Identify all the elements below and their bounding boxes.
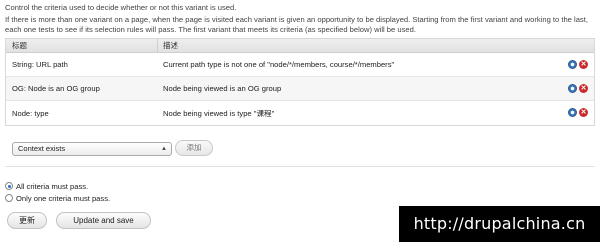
- site-watermark: http://drupalchina.cn: [399, 206, 600, 242]
- criteria-help-text: Control the criteria used to decide whet…: [5, 3, 595, 35]
- radio-all-criteria-label: All criteria must pass.: [16, 181, 89, 191]
- gear-icon[interactable]: [568, 84, 577, 93]
- help-line-1: Control the criteria used to decide whet…: [5, 3, 237, 12]
- row-actions: ✕: [568, 84, 588, 93]
- divider: [5, 166, 595, 167]
- update-and-save-button[interactable]: Update and save: [56, 212, 151, 229]
- radio-one-criteria-label: Only one criteria must pass.: [16, 193, 111, 203]
- table-row: Node: type Node being viewed is type "课程…: [6, 101, 594, 125]
- criteria-radio-group: All criteria must pass. Only one criteri…: [5, 180, 110, 204]
- rule-type-select[interactable]: Context exists ▲: [12, 142, 172, 156]
- column-header-title: 标题: [6, 39, 158, 52]
- help-line-2: If there is more than one variant on a p…: [5, 15, 588, 34]
- row-actions: ✕: [568, 60, 588, 69]
- radio-all-criteria[interactable]: [5, 182, 13, 190]
- rule-title: String: URL path: [12, 60, 68, 69]
- radio-one-criteria[interactable]: [5, 194, 13, 202]
- gear-icon[interactable]: [568, 60, 577, 69]
- rule-description: Node being viewed is type "课程": [163, 108, 275, 118]
- criteria-option-one[interactable]: Only one criteria must pass.: [5, 192, 110, 204]
- add-button[interactable]: 添加: [175, 140, 213, 156]
- rule-title: OG: Node is an OG group: [12, 84, 100, 93]
- criteria-option-all[interactable]: All criteria must pass.: [5, 180, 110, 192]
- row-actions: ✕: [568, 108, 588, 117]
- column-header-description: 描述: [163, 41, 178, 50]
- table-header: 标题 描述: [6, 39, 594, 53]
- update-button[interactable]: 更新: [7, 212, 47, 229]
- table-row: String: URL path Current path type is no…: [6, 53, 594, 77]
- rule-description: Node being viewed is an OG group: [163, 84, 282, 93]
- delete-icon[interactable]: ✕: [579, 60, 588, 69]
- rule-description: Current path type is not one of "node/*/…: [163, 60, 395, 69]
- delete-icon[interactable]: ✕: [579, 84, 588, 93]
- selection-rules-table: 标题 描述 String: URL path Current path type…: [5, 38, 595, 126]
- table-row: OG: Node is an OG group Node being viewe…: [6, 77, 594, 101]
- rule-title: Node: type: [12, 108, 49, 118]
- gear-icon[interactable]: [568, 108, 577, 117]
- delete-icon[interactable]: ✕: [579, 108, 588, 117]
- add-rule-row: Context exists ▲ 添加: [5, 138, 595, 160]
- select-arrows-icon: ▲: [161, 146, 167, 152]
- rule-type-select-value: Context exists: [18, 144, 66, 153]
